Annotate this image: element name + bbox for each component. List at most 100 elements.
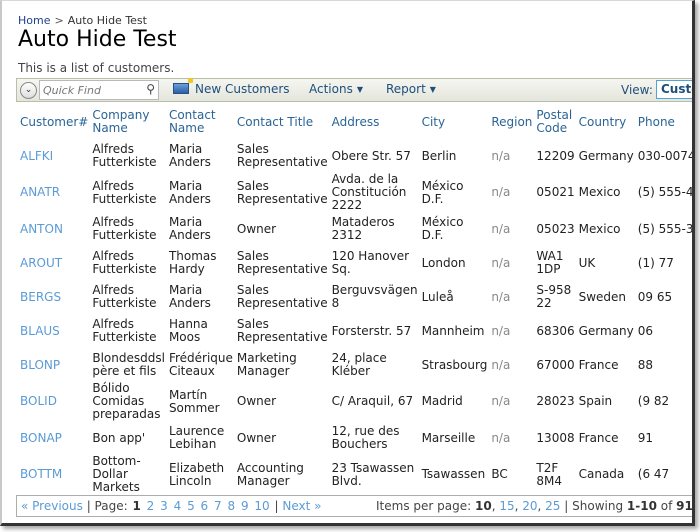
chevron-down-icon[interactable]: ⌄	[20, 82, 37, 99]
cell-contact-title: Marketing Manager	[236, 351, 297, 378]
page-link[interactable]: 5	[187, 499, 195, 513]
cell-company-name: Alfreds Futterkiste	[92, 317, 157, 344]
cell-postal-code: 05021	[536, 185, 575, 199]
customer-id-link[interactable]: BLAUS	[20, 324, 60, 338]
cell-postal-code: WA1 1DP	[536, 249, 564, 276]
cell-company-name: Bon app'	[92, 430, 146, 445]
cell-phone: 91	[637, 430, 654, 445]
cell-region: n/a	[491, 430, 511, 445]
cell-city: México D.F.	[421, 215, 464, 242]
customer-id-link[interactable]: AROUT	[20, 256, 62, 270]
cell-customer-id: BONAP	[18, 421, 90, 455]
page-size-link[interactable]: 15	[499, 499, 514, 513]
page-link[interactable]: 10	[254, 499, 269, 513]
table-row[interactable]: ANTON Alfreds Futterkiste Maria Anders Owne…	[18, 212, 694, 246]
customer-id-link[interactable]: ALFKI	[20, 149, 53, 163]
actions-menu[interactable]: Actions ▼	[309, 82, 363, 96]
table-row[interactable]: AROUT Alfreds Futterkiste Thomas Hardy Sale…	[18, 246, 692, 280]
column-header-country[interactable]: Country	[577, 105, 636, 139]
report-menu[interactable]: Report ▼	[386, 82, 436, 96]
cell-country: Mexico	[578, 185, 621, 199]
cell-country: Germany	[578, 148, 634, 163]
cell-phone: (1) 77	[637, 255, 674, 270]
customer-id-link[interactable]: BOLID	[20, 394, 57, 408]
table-row[interactable]: ALFKI Alfreds Futterkiste Maria Anders Sale…	[18, 139, 692, 173]
page-link[interactable]: 9	[241, 499, 249, 513]
page-link[interactable]: 3	[160, 499, 168, 513]
cell-address: C/ Araquil, 67	[331, 394, 414, 408]
customer-id-link[interactable]: BERGS	[20, 290, 61, 304]
column-header-region[interactable]: Region	[489, 105, 534, 139]
cell-contact-title: Owner	[236, 221, 277, 236]
cell-contact-name: Maria Anders	[168, 142, 211, 169]
cell-customer-id: BLONP	[18, 348, 90, 382]
cell-phone: (5) 555-3932	[637, 221, 694, 236]
cell-address: Avda. de la Constitución 2222	[331, 172, 407, 212]
column-header-phone[interactable]: Phone	[636, 105, 692, 139]
cell-company-name: Alfreds Futterkiste	[92, 178, 157, 206]
column-header-company-name[interactable]: Company Name	[90, 105, 167, 139]
column-header-city[interactable]: City	[420, 105, 490, 139]
customer-id-link[interactable]: BOTTM	[20, 467, 62, 481]
cell-city: Berlin	[421, 148, 457, 163]
table-row[interactable]: BLAUS Alfreds Futterkiste Hanna Moos Sales …	[18, 314, 692, 348]
cell-contact-name: Maria Anders	[168, 283, 211, 310]
view-selector[interactable]: Customers	[656, 80, 692, 99]
cell-region: n/a	[491, 221, 511, 236]
page-link[interactable]: 2	[147, 499, 155, 513]
column-header-customer-id[interactable]: Customer#	[18, 105, 90, 139]
table-row[interactable]: BLONP Blondesddsl père et fils Frédérique …	[18, 348, 692, 382]
table-row[interactable]: BOTTM Bottom-Dollar Markets Elizabeth Linc…	[18, 454, 692, 494]
cell-phone: (9 82	[637, 394, 670, 408]
current-page: 1	[132, 499, 141, 513]
page-size-link[interactable]: 25	[545, 499, 560, 513]
customer-id-link[interactable]: ANTON	[20, 222, 63, 236]
action-bar: ⌄ ⚲ New Customers Actions▼ Report▼ View:…	[16, 78, 692, 102]
search-icon[interactable]: ⚲	[146, 82, 155, 96]
table-row[interactable]: BONAP Bon app' Laurence Lebihan Owner 12, ru…	[18, 421, 692, 455]
page-link[interactable]: 8	[227, 499, 235, 513]
cell-country: Spain	[578, 394, 613, 408]
column-header-postal-code[interactable]: Postal Code	[534, 105, 576, 139]
page-link[interactable]: 6	[201, 499, 209, 513]
customer-id-link[interactable]: BONAP	[20, 431, 62, 445]
column-header-address[interactable]: Address	[330, 105, 420, 139]
pager-info: Items per page: 10, 15, 20, 25 | Showing…	[376, 499, 693, 513]
report-label: Report	[386, 82, 426, 96]
cell-contact-title: Accounting Manager	[236, 460, 304, 488]
caret-down-icon: ▼	[429, 85, 436, 94]
customer-id-link[interactable]: ANATR	[20, 185, 60, 199]
pager: « Previous | Page: 1 2 3 4 5 6 7 8 9 10 …	[16, 495, 693, 517]
cell-contact-title: Sales Representative	[236, 178, 328, 206]
cell-phone: (5) 555-4729	[637, 185, 694, 199]
breadcrumb-home-link[interactable]: Home	[18, 14, 50, 27]
page-size-link[interactable]: 20	[522, 499, 537, 513]
previous-page-link[interactable]: « Previous	[21, 499, 83, 513]
cell-customer-id: ANTON	[18, 212, 90, 246]
cell-company-name: Bottom-Dollar Markets	[92, 454, 141, 494]
new-record-icon	[173, 78, 193, 94]
cell-contact-name: Laurence Lebihan	[168, 424, 225, 451]
new-customers-button[interactable]: New Customers	[173, 78, 290, 96]
cell-company-name: Alfreds Futterkiste	[92, 215, 157, 242]
customer-id-link[interactable]: BLONP	[20, 358, 60, 372]
breadcrumb: Home > Auto Hide Test	[18, 14, 147, 27]
cell-country: Canada	[578, 467, 625, 481]
column-header-contact-name[interactable]: Contact Name	[167, 105, 235, 139]
table-row[interactable]: ANATR Alfreds Futterkiste Maria Anders Sale…	[18, 172, 694, 212]
cell-contact-name: Hanna Moos	[168, 317, 208, 344]
table-row[interactable]: BOLID Bólido Comidas preparadas Martín Som…	[18, 382, 692, 421]
cell-address: Obere Str. 57	[331, 148, 411, 163]
cell-region: n/a	[491, 323, 511, 338]
cell-address: 120 Hanover Sq.	[331, 249, 410, 276]
page-link[interactable]: 4	[174, 499, 182, 513]
column-header-contact-title[interactable]: Contact Title	[235, 105, 330, 139]
new-customers-label: New Customers	[195, 82, 290, 96]
page-link[interactable]: 7	[214, 499, 222, 513]
actions-label: Actions	[309, 82, 353, 96]
next-page-link[interactable]: Next »	[282, 499, 321, 513]
cell-company-name: Alfreds Futterkiste	[92, 283, 157, 310]
quick-find-input[interactable]	[43, 82, 139, 98]
table-row[interactable]: BERGS Alfreds Futterkiste Maria Anders Sale…	[18, 280, 692, 314]
caret-down-icon: ▼	[356, 85, 363, 94]
